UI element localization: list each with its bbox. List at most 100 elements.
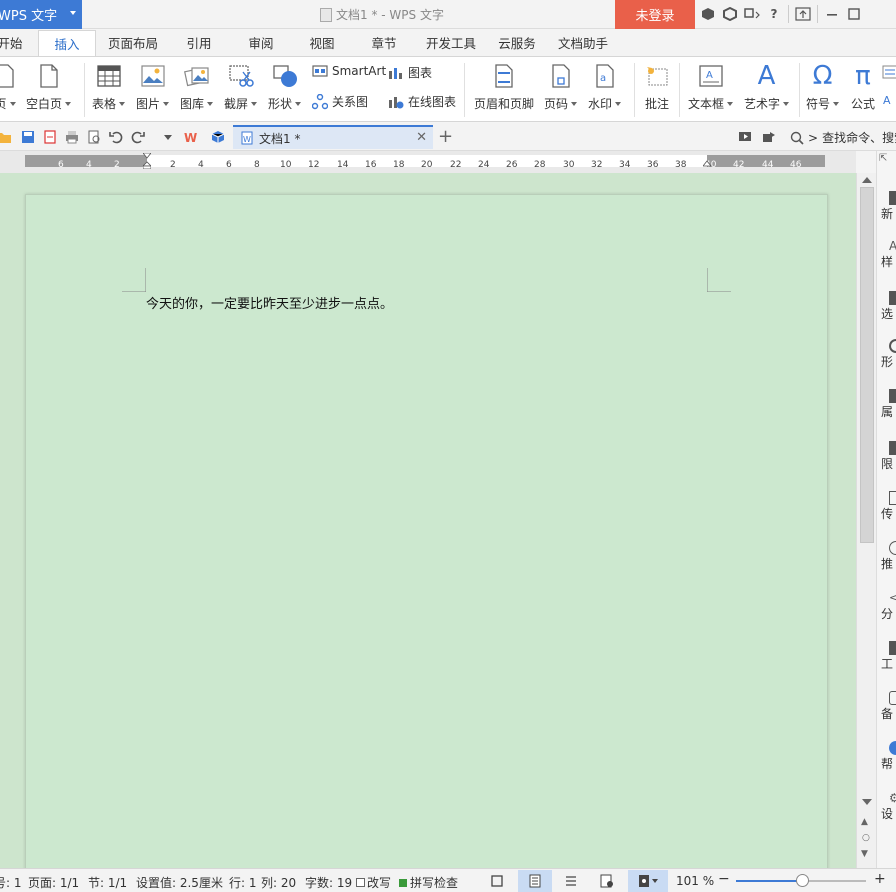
numbering-icon[interactable] [882, 65, 896, 79]
collapse-pane-icon[interactable]: ⇱ [879, 153, 887, 164]
document-canvas[interactable]: 今天的你，一定要比昨天至少进步一点点。 [0, 173, 856, 868]
scroll-up-icon[interactable] [862, 177, 872, 183]
sidebar-item-new[interactable]: 新 [881, 191, 896, 222]
status-pages[interactable]: 页面: 1/1 [28, 874, 79, 891]
sidebar-item-tools[interactable]: 工 [881, 641, 896, 672]
scroll-down-icon[interactable] [862, 799, 872, 805]
zoom-in-icon[interactable]: + [874, 871, 886, 887]
page-number-button[interactable]: 页码 [544, 63, 578, 112]
tab-developer[interactable]: 开发工具 [422, 30, 480, 56]
login-button[interactable]: 未登录 [615, 0, 695, 29]
close-tab-icon[interactable]: ✕ [416, 130, 427, 145]
fullscreen-view-button[interactable] [480, 870, 514, 892]
revise-toggle[interactable]: 改写 [356, 874, 391, 891]
print-icon[interactable] [64, 129, 80, 145]
sidebar-item-backup[interactable]: 备 [881, 691, 896, 722]
spell-check-toggle[interactable]: 拼写检查 [399, 874, 458, 891]
present-icon[interactable] [737, 129, 753, 145]
table-button[interactable]: 表格 [92, 63, 126, 112]
outline-view-button[interactable] [554, 870, 588, 892]
properties-icon [889, 389, 896, 403]
sidebar-item-limit[interactable]: 限 [881, 441, 896, 472]
status-setting-value[interactable]: 设置值: 2.5厘米 [136, 874, 223, 891]
prev-page-icon[interactable]: ▲ [861, 817, 868, 827]
feedback-icon[interactable] [744, 6, 760, 22]
document-paragraph[interactable]: 今天的你，一定要比昨天至少进步一点点。 [146, 293, 393, 312]
tab-page-layout[interactable]: 页面布局 [104, 30, 162, 56]
settings-hex-icon[interactable] [722, 6, 738, 22]
docer-cube-icon[interactable] [210, 129, 226, 145]
print-preview-icon[interactable] [86, 129, 102, 145]
wps-logo-icon[interactable]: W [184, 129, 200, 145]
textbox-button[interactable]: A 文本框 [688, 63, 734, 112]
skin-icon[interactable] [700, 6, 716, 22]
tab-cloud[interactable]: 云服务 [494, 30, 540, 56]
tab-references[interactable]: 引用 [176, 30, 222, 56]
new-tab-icon[interactable]: + [438, 126, 453, 147]
sidebar-item-select[interactable]: 选 [881, 291, 896, 322]
tab-doc-assistant[interactable]: 文档助手 [554, 30, 612, 56]
restore-ribbon-icon[interactable] [795, 6, 811, 22]
save-icon[interactable] [20, 129, 36, 145]
blank-page-button[interactable]: 空白页 [26, 63, 72, 112]
gallery-button[interactable]: 图库 [180, 63, 214, 112]
tab-insert[interactable]: 插入 [38, 30, 96, 56]
tab-chapter[interactable]: 章节 [361, 30, 407, 56]
formula-button[interactable]: π 公式 [850, 61, 876, 112]
fullscreen-icon [491, 875, 503, 887]
share-icon[interactable] [761, 129, 777, 145]
left-indent-marker[interactable] [143, 153, 151, 169]
wordart-button[interactable]: A 艺术字 [744, 61, 790, 112]
open-folder-icon[interactable] [0, 129, 12, 145]
right-indent-marker[interactable] [703, 157, 711, 173]
redo-icon[interactable] [130, 129, 146, 145]
text-effects-icon[interactable]: A [882, 93, 896, 107]
export-pdf-icon[interactable] [42, 129, 58, 145]
page-button[interactable]: 页 [0, 63, 18, 112]
comment-button[interactable]: 批注 [644, 63, 670, 112]
sidebar-item-properties[interactable]: 属 [881, 389, 896, 420]
help-icon[interactable]: ? [766, 6, 782, 22]
sidebar-item-shape[interactable]: 形 [881, 339, 896, 370]
sidebar-item-style[interactable]: A样 [881, 239, 896, 270]
eye-protect-button[interactable] [628, 870, 668, 892]
sidebar-item-transfer[interactable]: 传 [881, 491, 896, 522]
chart-button[interactable]: 图表 [388, 64, 432, 81]
smartart-button[interactable]: SmartArt [312, 64, 386, 78]
sidebar-item-help[interactable]: 帮 [881, 741, 896, 772]
command-search[interactable]: > 查找命令、搜索 [790, 129, 896, 146]
horizontal-ruler[interactable]: 6 4 2 2 4 6 8 10 12 14 16 18 20 22 24 26… [0, 151, 856, 173]
tab-view[interactable]: 视图 [299, 30, 345, 56]
shape-button[interactable]: 形状 [268, 63, 302, 112]
picture-button[interactable]: 图片 [136, 63, 170, 112]
tab-document[interactable]: W 文档1 * ✕ [233, 125, 433, 149]
symbol-button[interactable]: Ω 符号 [806, 61, 840, 112]
next-page-icon[interactable]: ▼ [861, 849, 868, 859]
sidebar-item-share[interactable]: <分 [881, 591, 896, 622]
undo-icon[interactable] [108, 129, 124, 145]
zoom-slider-handle[interactable] [796, 874, 809, 887]
sidebar-item-recommend[interactable]: 推 [881, 541, 896, 572]
relation-chart-button[interactable]: 关系图 [312, 93, 368, 110]
browse-object-icon[interactable]: ○ [862, 833, 870, 843]
sidebar-item-settings[interactable]: ⚙设 [881, 791, 896, 822]
screenshot-button[interactable]: 截屏 [224, 63, 258, 112]
maximize-icon[interactable] [846, 6, 862, 22]
minimize-icon[interactable] [824, 6, 840, 22]
tab-start[interactable]: 开始 [0, 30, 26, 56]
watermark-button[interactable]: a 水印 [588, 63, 622, 112]
scrollbar-thumb[interactable] [860, 187, 874, 543]
header-footer-button[interactable]: 页眉和页脚 [474, 63, 534, 112]
page-view-button[interactable] [518, 870, 552, 892]
app-menu-button[interactable]: WPS 文字 [0, 0, 82, 29]
customize-dropdown-icon[interactable] [160, 129, 176, 145]
vertical-scrollbar[interactable]: ▲ ○ ▼ [856, 173, 876, 868]
zoom-out-icon[interactable]: − [718, 871, 730, 887]
online-chart-button[interactable]: 在线图表 [388, 93, 456, 110]
tab-review[interactable]: 审阅 [238, 30, 284, 56]
status-word-count[interactable]: 字数: 19 [305, 874, 352, 891]
outline-icon [566, 876, 576, 886]
document-page[interactable]: 今天的你，一定要比昨天至少进步一点点。 [25, 194, 828, 868]
zoom-level[interactable]: 101 % [676, 874, 714, 888]
web-view-button[interactable] [590, 870, 624, 892]
